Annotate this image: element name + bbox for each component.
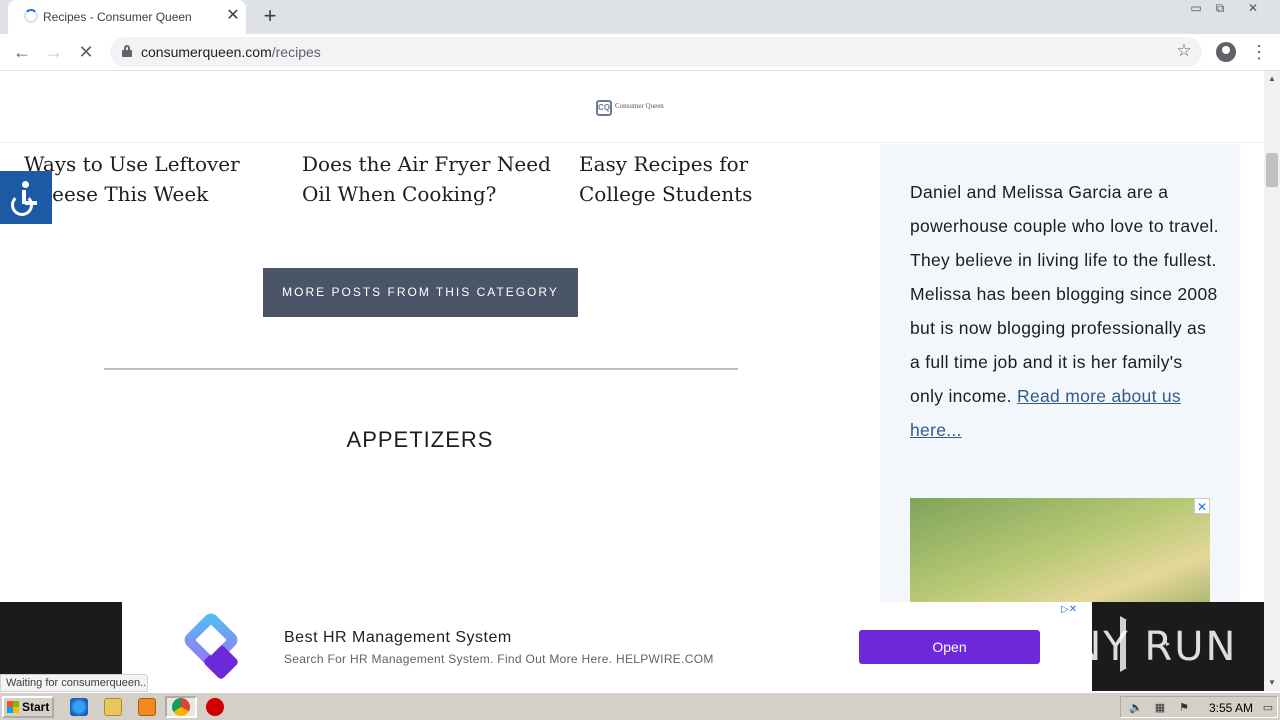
status-bubble: Waiting for consumerqueen...	[0, 674, 148, 692]
new-tab-button[interactable]: +	[258, 4, 282, 28]
media-player-icon[interactable]	[138, 698, 156, 716]
post-title-link[interactable]: Ways to Use Leftover Cheese This Week	[24, 149, 274, 209]
browser-tab-bar: Recipes - Consumer Queen ✕ + ▭ ⧉ ✕	[0, 0, 1280, 34]
crown-logo-icon: CQ	[596, 100, 612, 116]
accessibility-button[interactable]	[0, 171, 52, 224]
stop-icon[interactable]	[206, 698, 224, 716]
network-icon[interactable]: ▦	[1153, 701, 1167, 715]
ad-title: Best HR Management System	[284, 629, 512, 646]
ad-close-icon[interactable]: ✕	[1194, 498, 1210, 514]
window-close-button[interactable]: ✕	[1238, 0, 1268, 18]
ad-description: Search For HR Management System. Find Ou…	[284, 652, 714, 666]
loading-spinner-icon	[24, 9, 38, 23]
bookmark-star-icon[interactable]: ☆	[1174, 41, 1194, 61]
post-title-link[interactable]: Does the Air Fryer Need Oil When Cooking…	[302, 149, 552, 209]
bottom-ad-banner: Best HR Management System Search For HR …	[0, 602, 1264, 691]
about-text: Daniel and Melissa Garcia are a powerhou…	[910, 175, 1220, 447]
browser-tab[interactable]: Recipes - Consumer Queen ✕	[8, 0, 246, 34]
page-scrollbar[interactable]: ▲ ▼	[1264, 71, 1280, 691]
folder-icon[interactable]	[104, 698, 122, 716]
url-text: consumerqueen.com/recipes	[141, 44, 321, 60]
show-desktop-icon[interactable]: ▭	[1261, 701, 1275, 715]
helpwire-logo-icon	[180, 610, 242, 681]
page-viewport: CQ Consumer Queen Ways to Use Leftover C…	[0, 71, 1264, 691]
site-header: CQ Consumer Queen	[0, 71, 1264, 143]
clock: 3:55 AM	[1209, 701, 1254, 715]
windows-logo-icon	[7, 701, 19, 713]
tab-close-icon[interactable]: ✕	[224, 7, 242, 25]
stop-loading-icon[interactable]: ✕	[74, 40, 98, 64]
browser-toolbar: ← → ✕ consumerqueen.com/recipes ☆ ⋮	[0, 34, 1280, 71]
browser-menu-icon[interactable]: ⋮	[1250, 40, 1268, 64]
url-domain: consumerqueen.com	[141, 44, 272, 60]
forward-arrow-icon[interactable]: →	[42, 40, 66, 64]
screen: Recipes - Consumer Queen ✕ + ▭ ⧉ ✕ ← → ✕…	[0, 0, 1280, 720]
more-posts-button[interactable]: MORE POSTS FROM THIS CATEGORY	[263, 268, 578, 317]
volume-icon[interactable]: 🔈	[1129, 701, 1143, 715]
url-path: /recipes	[271, 44, 321, 60]
taskbar: Start 🔈 ▦ ⚑ 3:55 AM ▭	[0, 692, 1280, 720]
scroll-down-icon[interactable]: ▼	[1264, 675, 1280, 691]
flag-icon[interactable]: ⚑	[1177, 701, 1191, 715]
start-label: Start	[22, 700, 50, 714]
ad-open-button[interactable]: Open	[859, 630, 1040, 664]
chrome-taskbar-button[interactable]	[165, 696, 197, 718]
chrome-icon	[172, 698, 190, 716]
tab-title: Recipes - Consumer Queen	[43, 10, 192, 24]
ad-content[interactable]: Best HR Management System Search For HR …	[122, 602, 1092, 691]
lock-icon	[122, 45, 132, 57]
account-icon[interactable]	[1216, 42, 1236, 62]
site-logo[interactable]: CQ Consumer Queen	[596, 99, 668, 119]
window-restore-button[interactable]: ⧉	[1205, 0, 1235, 18]
anyrun-watermark: ANY RUN	[1042, 602, 1264, 691]
post-title-link[interactable]: Easy Recipes for College Students	[579, 149, 829, 209]
start-button[interactable]: Start	[2, 696, 54, 718]
accessibility-icon	[22, 181, 29, 188]
scroll-up-icon[interactable]: ▲	[1264, 71, 1280, 87]
section-heading: APPETIZERS	[346, 427, 494, 452]
scroll-thumb[interactable]	[1266, 153, 1278, 187]
address-bar[interactable]: consumerqueen.com/recipes ☆	[110, 37, 1202, 67]
internet-explorer-icon[interactable]	[70, 698, 88, 716]
logo-text: Consumer Queen	[615, 102, 664, 110]
section-divider	[104, 368, 738, 370]
about-paragraph: Daniel and Melissa Garcia are a powerhou…	[910, 182, 1219, 406]
system-tray: 🔈 ▦ ⚑ 3:55 AM ▭	[1120, 696, 1278, 718]
back-arrow-icon[interactable]: ←	[10, 40, 34, 64]
